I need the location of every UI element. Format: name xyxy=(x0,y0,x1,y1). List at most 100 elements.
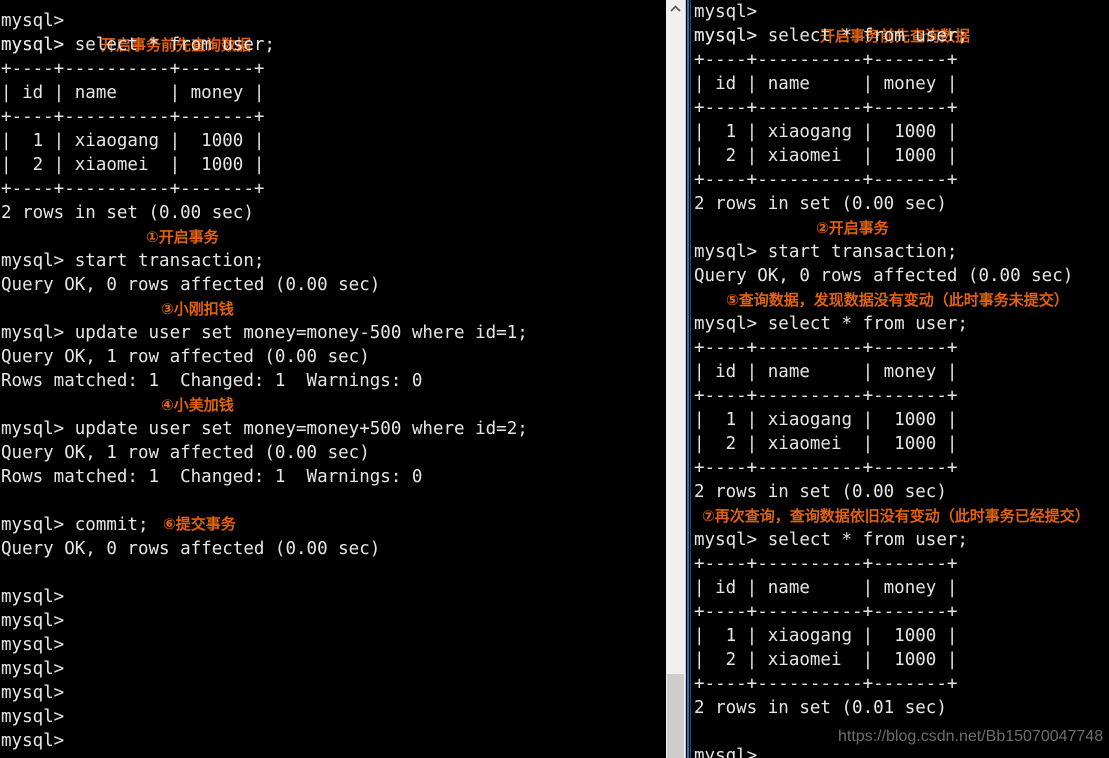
terminal-line: mysql> xyxy=(1,657,660,681)
terminal-line: 2 rows in set (0.00 sec) xyxy=(694,192,1109,216)
terminal-line-text: | 2 | xiaomei | 1000 | xyxy=(1,155,265,175)
terminal-line: mysql> select * from user; xyxy=(1,33,660,57)
terminal-line-text xyxy=(1,563,12,583)
terminal-line-text: +----+----------+-------+ xyxy=(694,554,958,574)
terminal-line-text: | id | name | money | xyxy=(1,83,265,103)
terminal-line: Query OK, 0 rows affected (0.00 sec) xyxy=(694,264,1109,288)
annotation-line: ③小刚扣钱 xyxy=(1,297,660,321)
terminal-line-text: Rows matched: 1 Changed: 1 Warnings: 0 xyxy=(1,467,423,487)
terminal-line: | 2 | xiaomei | 1000 | xyxy=(694,648,1109,672)
annotation-line: ②开启事务 xyxy=(694,216,1109,240)
blank-line xyxy=(1,489,660,513)
terminal-line-text: Query OK, 0 rows affected (0.00 sec) xyxy=(1,275,381,295)
terminal-line: 2 rows in set (0.00 sec) xyxy=(694,480,1109,504)
terminal-line-text: mysql> update user set money=money+500 w… xyxy=(1,419,528,439)
annotation-line: ④小美加钱 xyxy=(1,393,660,417)
terminal-line-text: | 2 | xiaomei | 1000 | xyxy=(694,650,958,670)
terminal-line: mysql> select * from user; xyxy=(694,24,1109,48)
terminal-line: | 2 | xiaomei | 1000 | xyxy=(1,153,660,177)
terminal-line-text: 2 rows in set (0.00 sec) xyxy=(694,482,947,502)
terminal-line-text: mysql> select * from user; xyxy=(694,314,968,334)
annotation-text: ⑦再次查询，查询数据依旧没有变动（此时事务已经提交） xyxy=(702,507,1090,525)
terminal-line: mysql> start transaction; xyxy=(1,249,660,273)
terminal-line-text: +----+----------+-------+ xyxy=(694,338,958,358)
terminal-line: mysql> update user set money=money-500 w… xyxy=(1,321,660,345)
terminal-line-text: +----+----------+-------+ xyxy=(1,107,265,127)
terminal-line-text: 2 rows in set (0.00 sec) xyxy=(1,203,254,223)
terminal-line: | 2 | xiaomei | 1000 | xyxy=(694,432,1109,456)
terminal-line: mysql> xyxy=(1,633,660,657)
pane-divider-edge xyxy=(690,0,691,758)
terminal-line-text: +----+----------+-------+ xyxy=(694,602,958,622)
terminal-line-text: 2 rows in set (0.01 sec) xyxy=(694,698,947,718)
terminal-line: mysql> xyxy=(1,609,660,633)
terminal-line-text: mysql> select * from user; xyxy=(1,35,275,55)
terminal-line-text: Query OK, 1 row affected (0.00 sec) xyxy=(1,443,370,463)
terminal-line-text: +----+----------+-------+ xyxy=(694,386,958,406)
terminal-line-text: +----+----------+-------+ xyxy=(1,179,265,199)
terminal-line: mysql> start transaction; xyxy=(694,240,1109,264)
terminal-line: 2 rows in set (0.00 sec) xyxy=(1,201,660,225)
terminal-line-text: mysql> start transaction; xyxy=(1,251,265,271)
terminal-line-text: mysql> start transaction; xyxy=(694,242,958,262)
annotation-text: ①开启事务 xyxy=(146,228,219,246)
terminal-line: mysql> update user set money=money+500 w… xyxy=(1,417,660,441)
scrollbar-thumb[interactable] xyxy=(667,674,684,758)
inline-annotation-text: ⑥提交事务 xyxy=(163,515,236,533)
terminal-line-text: | 1 | xiaogang | 1000 | xyxy=(1,131,265,151)
terminal-line: | id | name | money | xyxy=(694,576,1109,600)
terminal-line: +----+----------+-------+ xyxy=(694,48,1109,72)
terminal-line: +----+----------+-------+ xyxy=(694,168,1109,192)
terminal-line: | 1 | xiaogang | 1000 | xyxy=(694,624,1109,648)
annotation-text: ②开启事务 xyxy=(816,219,889,237)
terminal-line: Rows matched: 1 Changed: 1 Warnings: 0 xyxy=(1,369,660,393)
annotation-line: ①开启事务 xyxy=(1,225,660,249)
terminal-output-right: mysql> mysql> 开启事务前先查询数据 mysql> select * fr… xyxy=(692,0,1109,758)
terminal-line: +----+----------+-------+ xyxy=(694,384,1109,408)
terminal-line-text: Query OK, 1 row affected (0.00 sec) xyxy=(1,347,370,367)
annotation-line: ⑤查询数据，发现数据没有变动（此时事务未提交） xyxy=(694,288,1109,312)
watermark-url: https://blog.csdn.net/Bb15070047748 xyxy=(838,728,1104,745)
terminal-line-text: Query OK, 0 rows affected (0.00 sec) xyxy=(694,266,1074,286)
terminal-line-text: mysql> xyxy=(694,746,758,758)
terminal-line-text: | 1 | xiaogang | 1000 | xyxy=(694,410,958,430)
terminal-pane-left[interactable]: mysql> mysql> 开启事务前先查询数据 mysql> select * fr… xyxy=(0,0,660,758)
terminal-pane-right[interactable]: mysql> mysql> 开启事务前先查询数据 mysql> select * fr… xyxy=(692,0,1109,758)
terminal-line: | 1 | xiaogang | 1000 | xyxy=(694,408,1109,432)
terminal-line-text: +----+----------+-------+ xyxy=(1,59,265,79)
terminal-line: mysql> xyxy=(1,585,660,609)
terminal-line-text: | id | name | money | xyxy=(694,362,958,382)
terminal-line-text: mysql> select * from user; xyxy=(694,26,968,46)
terminal-line: +----+----------+-------+ xyxy=(694,552,1109,576)
terminal-line: +----+----------+-------+ xyxy=(694,600,1109,624)
terminal-line-text: mysql> xyxy=(1,611,65,631)
terminal-line-text: mysql> xyxy=(1,731,65,751)
terminal-line-text: mysql> xyxy=(1,635,65,655)
terminal-line-text: mysql> xyxy=(1,587,65,607)
terminal-line-text: mysql> commit; xyxy=(1,515,149,535)
terminal-line-text: +----+----------+-------+ xyxy=(694,170,958,190)
chevron-up-icon xyxy=(670,5,681,12)
terminal-line: +----+----------+-------+ xyxy=(694,672,1109,696)
terminal-line: 2 rows in set (0.01 sec) xyxy=(694,696,1109,720)
terminal-line-text: +----+----------+-------+ xyxy=(694,98,958,118)
scroll-up-button[interactable] xyxy=(666,0,685,17)
vertical-scrollbar[interactable] xyxy=(666,0,686,758)
terminal-line: Query OK, 1 row affected (0.00 sec) xyxy=(1,441,660,465)
annotation-text: ③小刚扣钱 xyxy=(161,300,234,318)
terminal-line: Rows matched: 1 Changed: 1 Warnings: 0 xyxy=(1,465,660,489)
terminal-line-text: mysql> xyxy=(1,11,65,31)
annotation-line: ⑦再次查询，查询数据依旧没有变动（此时事务已经提交） xyxy=(694,504,1109,528)
terminal-line: | id | name | money | xyxy=(1,81,660,105)
terminal-line-text: mysql> select * from user; xyxy=(694,530,968,550)
terminal-line-text xyxy=(1,491,12,511)
terminal-line-text: Rows matched: 1 Changed: 1 Warnings: 0 xyxy=(1,371,423,391)
terminal-line: mysql> select * from user; xyxy=(694,312,1109,336)
blank-line xyxy=(1,561,660,585)
terminal-line: Query OK, 0 rows affected (0.00 sec) xyxy=(1,537,660,561)
terminal-line-text: | id | name | money | xyxy=(694,578,958,598)
terminal-line: mysql> xyxy=(1,681,660,705)
terminal-output-left: mysql> mysql> 开启事务前先查询数据 mysql> select * fr… xyxy=(0,0,660,753)
terminal-line: mysql> xyxy=(1,705,660,729)
annotation-text: ⑤查询数据，发现数据没有变动（此时事务未提交） xyxy=(726,291,1069,309)
